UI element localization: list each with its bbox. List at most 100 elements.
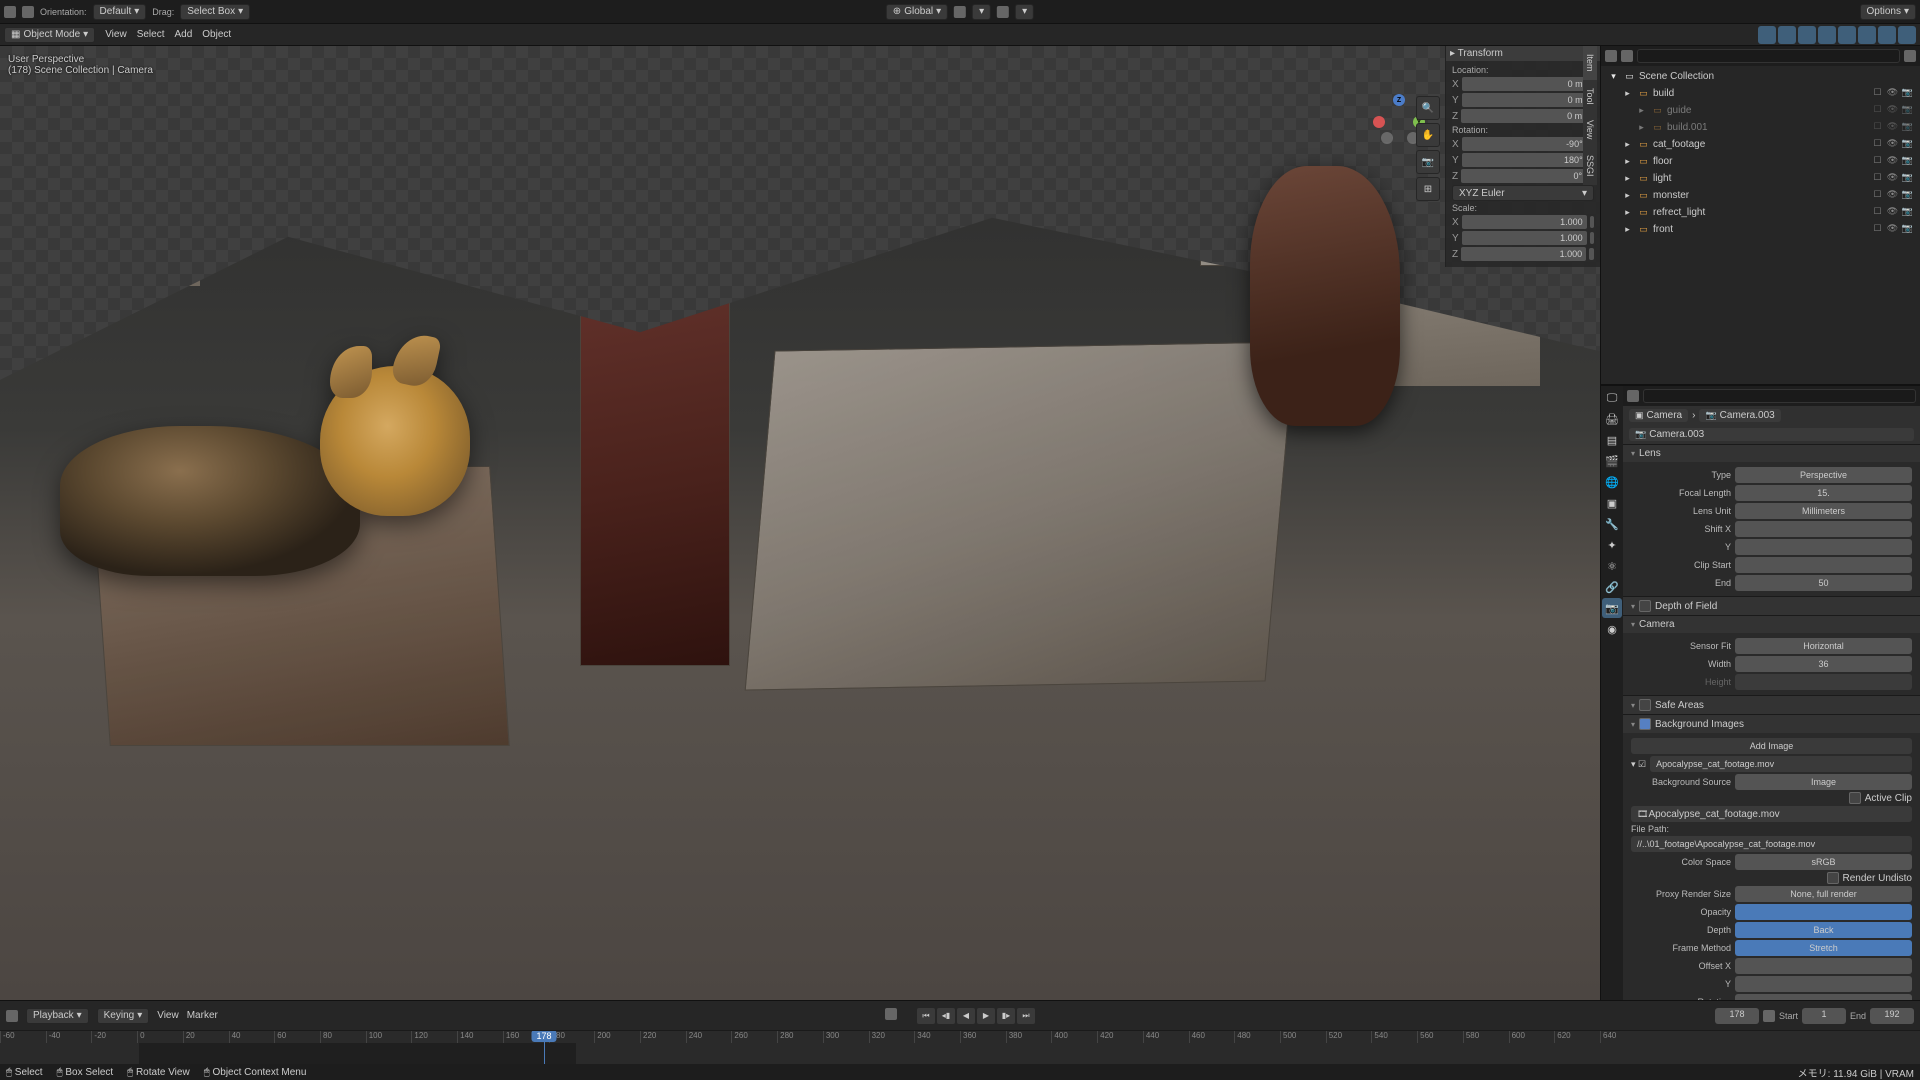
menu-select[interactable]: Select bbox=[137, 29, 165, 40]
menu-add[interactable]: Add bbox=[174, 29, 192, 40]
overlay-toggle-icon[interactable] bbox=[1798, 26, 1816, 44]
dof-checkbox[interactable] bbox=[1639, 600, 1651, 612]
visibility-icon[interactable] bbox=[1758, 26, 1776, 44]
snap-icon[interactable] bbox=[954, 6, 966, 18]
cursor-icon[interactable] bbox=[22, 6, 34, 18]
playback-menu[interactable]: Playback ▾ bbox=[26, 1008, 89, 1024]
props-search[interactable] bbox=[1643, 389, 1916, 403]
shading-rendered-icon[interactable] bbox=[1898, 26, 1916, 44]
proxy-dropdown[interactable]: None, full render bbox=[1735, 886, 1912, 902]
filter-icon[interactable] bbox=[1904, 50, 1916, 62]
npanel-tab-tool[interactable]: Tool bbox=[1583, 80, 1597, 113]
menu-view[interactable]: View bbox=[105, 29, 127, 40]
focal-length-field[interactable]: 15. bbox=[1735, 485, 1912, 501]
shading-wireframe-icon[interactable] bbox=[1838, 26, 1856, 44]
transform-panel-header[interactable]: ▸ Transform bbox=[1446, 46, 1600, 61]
shift-x-field[interactable] bbox=[1735, 521, 1912, 537]
active-clip-checkbox[interactable] bbox=[1849, 792, 1861, 804]
props-tab-particles[interactable]: ✦ bbox=[1602, 535, 1622, 555]
location-y-field[interactable] bbox=[1462, 93, 1587, 107]
drag-dropdown[interactable]: Select Box ▾ bbox=[180, 4, 250, 20]
options-dropdown[interactable]: Options ▾ bbox=[1860, 4, 1917, 20]
proportional-icon[interactable] bbox=[997, 6, 1009, 18]
lock-icon[interactable] bbox=[1589, 248, 1594, 260]
rotation-z-field[interactable] bbox=[1461, 169, 1586, 183]
play-icon[interactable]: ▶ bbox=[977, 1008, 995, 1024]
outliner-root[interactable]: ▾▭ Scene Collection bbox=[1603, 68, 1918, 85]
timeline-view-menu[interactable]: View bbox=[157, 1010, 179, 1021]
clip-datablock[interactable]: 🎞 Apocalypse_cat_footage.mov bbox=[1631, 806, 1912, 822]
frame-method-toggle[interactable]: Stretch bbox=[1735, 940, 1912, 956]
depth-toggle[interactable]: Back bbox=[1735, 922, 1912, 938]
scale-z-field[interactable] bbox=[1461, 247, 1586, 261]
play-reverse-icon[interactable]: ◀ bbox=[957, 1008, 975, 1024]
breadcrumb-object[interactable]: ▣ Camera bbox=[1629, 409, 1688, 422]
orientation-dropdown[interactable]: Default ▾ bbox=[93, 4, 147, 20]
keying-menu[interactable]: Keying ▾ bbox=[97, 1008, 150, 1024]
props-tab-render[interactable]: 🖵 bbox=[1602, 388, 1622, 408]
display-mode-icon[interactable] bbox=[1621, 50, 1633, 62]
rotation-y-field[interactable] bbox=[1462, 153, 1587, 167]
clip-end-field[interactable]: 50 bbox=[1735, 575, 1912, 591]
shift-y-field[interactable] bbox=[1735, 539, 1912, 555]
jump-end-icon[interactable]: ⏭ bbox=[1017, 1008, 1035, 1024]
rotation-x-field[interactable] bbox=[1462, 137, 1587, 151]
sensor-width-field[interactable]: 36 bbox=[1735, 656, 1912, 672]
scale-y-field[interactable] bbox=[1462, 231, 1587, 245]
mode-selector[interactable]: ▦ Object Mode ▾ bbox=[4, 27, 95, 43]
bg-clip-name[interactable]: Apocalypse_cat_footage.mov bbox=[1650, 756, 1912, 772]
shading-material-icon[interactable] bbox=[1878, 26, 1896, 44]
outliner-item[interactable]: ▸▭cat_footage☐👁📷 bbox=[1603, 136, 1918, 153]
cursor-tool-icon[interactable] bbox=[4, 6, 16, 18]
opacity-slider[interactable] bbox=[1735, 904, 1912, 920]
offset-x-field[interactable] bbox=[1735, 958, 1912, 974]
start-frame-field[interactable]: 1 bbox=[1802, 1008, 1846, 1024]
menu-object[interactable]: Object bbox=[202, 29, 231, 40]
props-editor-icon[interactable] bbox=[1627, 390, 1639, 402]
location-z-field[interactable] bbox=[1461, 109, 1586, 123]
props-tab-viewlayer[interactable]: ▤ bbox=[1602, 430, 1622, 450]
lens-type-dropdown[interactable]: Perspective bbox=[1735, 467, 1912, 483]
perspective-toggle-icon[interactable]: ⊞ bbox=[1416, 177, 1440, 201]
proportional-dropdown[interactable]: ▾ bbox=[1015, 4, 1034, 20]
rotation-mode-dropdown[interactable]: XYZ Euler▾ bbox=[1452, 185, 1594, 201]
bg-source-dropdown[interactable]: Image bbox=[1735, 774, 1912, 790]
npanel-tab-view[interactable]: View bbox=[1583, 112, 1597, 147]
npanel-tab-item[interactable]: Item bbox=[1583, 46, 1597, 80]
pan-icon[interactable]: ✋ bbox=[1416, 123, 1440, 147]
props-tab-data[interactable]: 📷 bbox=[1602, 598, 1622, 618]
props-tab-scene[interactable]: 🎬 bbox=[1602, 451, 1622, 471]
props-tab-world[interactable]: 🌐 bbox=[1602, 472, 1622, 492]
end-frame-field[interactable]: 192 bbox=[1870, 1008, 1914, 1024]
timeline-editor-icon[interactable] bbox=[6, 1010, 18, 1022]
lock-icon[interactable] bbox=[1590, 232, 1594, 244]
lens-unit-dropdown[interactable]: Millimeters bbox=[1735, 503, 1912, 519]
safeareas-panel-header[interactable]: Safe Areas bbox=[1623, 696, 1920, 714]
datablock-selector[interactable]: 📷 Camera.003 bbox=[1629, 428, 1914, 441]
transform-orientation-dropdown[interactable]: ⊕ Global ▾ bbox=[886, 4, 948, 20]
scale-x-field[interactable] bbox=[1462, 215, 1587, 229]
keyframe-next-icon[interactable]: ▮▸ bbox=[997, 1008, 1015, 1024]
clip-start-field[interactable] bbox=[1735, 557, 1912, 573]
dof-panel-header[interactable]: Depth of Field bbox=[1623, 597, 1920, 615]
bg-rotation-field[interactable] bbox=[1735, 994, 1912, 1000]
xray-icon[interactable] bbox=[1818, 26, 1836, 44]
props-tab-object[interactable]: ▣ bbox=[1602, 493, 1622, 513]
outliner-item[interactable]: ▸▭floor☐👁📷 bbox=[1603, 153, 1918, 170]
preview-range-icon[interactable] bbox=[1763, 1010, 1775, 1022]
npanel-tab-ssgi[interactable]: SSGI bbox=[1583, 147, 1597, 185]
outliner-item[interactable]: ▸▭build.001☐👁📷 bbox=[1603, 119, 1918, 136]
file-path-field[interactable]: //..\01_footage\Apocalypse_cat_footage.m… bbox=[1631, 836, 1912, 852]
timeline[interactable]: -60-40-200204060801001201401601802002202… bbox=[0, 1030, 1920, 1064]
timeline-marker-menu[interactable]: Marker bbox=[187, 1010, 218, 1021]
location-x-field[interactable] bbox=[1462, 77, 1587, 91]
lens-panel-header[interactable]: Lens bbox=[1623, 445, 1920, 462]
jump-start-icon[interactable]: ⏮ bbox=[917, 1008, 935, 1024]
render-undist-checkbox[interactable] bbox=[1827, 872, 1839, 884]
keyframe-prev-icon[interactable]: ◂▮ bbox=[937, 1008, 955, 1024]
camera-view-icon[interactable]: 📷 bbox=[1416, 150, 1440, 174]
props-tab-constraints[interactable]: 🔗 bbox=[1602, 577, 1622, 597]
lock-icon[interactable] bbox=[1590, 216, 1594, 228]
snap-dropdown[interactable]: ▾ bbox=[972, 4, 991, 20]
breadcrumb-data[interactable]: 📷 Camera.003 bbox=[1699, 409, 1780, 422]
